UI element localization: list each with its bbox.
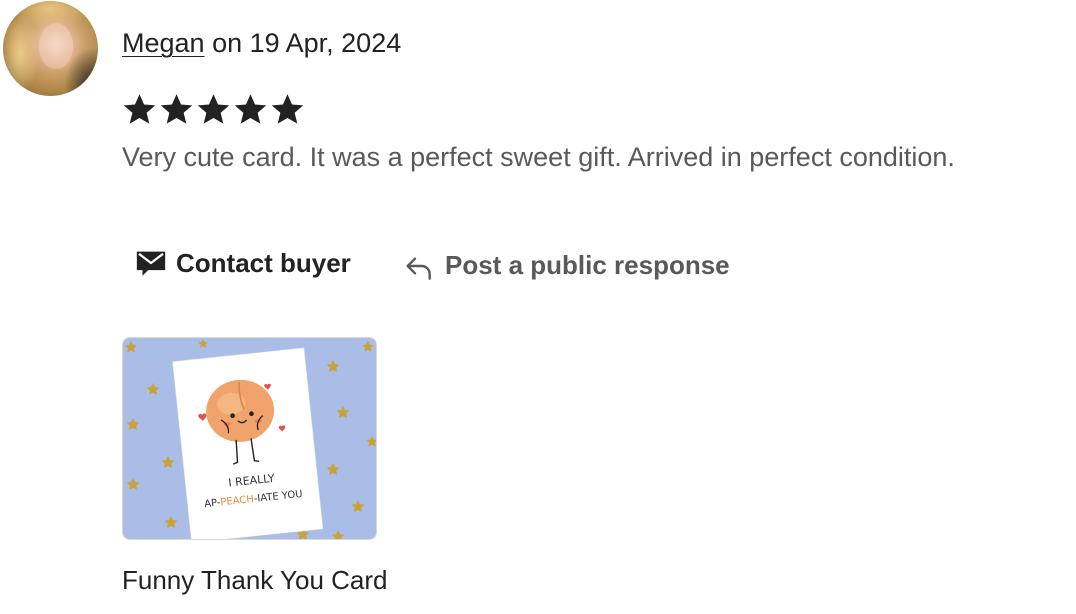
star-icon: [197, 94, 230, 124]
post-public-response-button[interactable]: Post a public response: [403, 246, 730, 284]
review-header: Megan on 19 Apr, 2024: [122, 26, 401, 60]
contact-buyer-button[interactable]: Contact buyer: [134, 246, 351, 280]
product-thumbnail[interactable]: I REALLY AP-PEACH-IATE YOU: [122, 337, 377, 540]
review-card: Megan on 19 Apr, 2024 Very cute card. It…: [0, 0, 1076, 614]
star-icon: [271, 94, 304, 124]
review-date: on 19 Apr, 2024: [204, 28, 402, 58]
contact-buyer-label: Contact buyer: [176, 248, 351, 278]
reviewer-avatar[interactable]: [3, 1, 98, 96]
product-title-link[interactable]: Funny Thank You Card: [122, 563, 387, 597]
star-icon: [160, 94, 193, 124]
reply-arrow-icon: [406, 257, 431, 280]
review-text: Very cute card. It was a perfect sweet g…: [122, 142, 955, 172]
avatar-shadow: [64, 47, 98, 96]
post-public-response-label: Post a public response: [445, 250, 730, 280]
reviewer-name-link[interactable]: Megan: [122, 28, 205, 58]
star-icon: [234, 94, 267, 124]
envelope-icon: [136, 251, 166, 276]
star-rating: [122, 92, 305, 127]
star-icon: [123, 94, 156, 124]
product-image: I REALLY AP-PEACH-IATE YOU: [123, 338, 376, 539]
